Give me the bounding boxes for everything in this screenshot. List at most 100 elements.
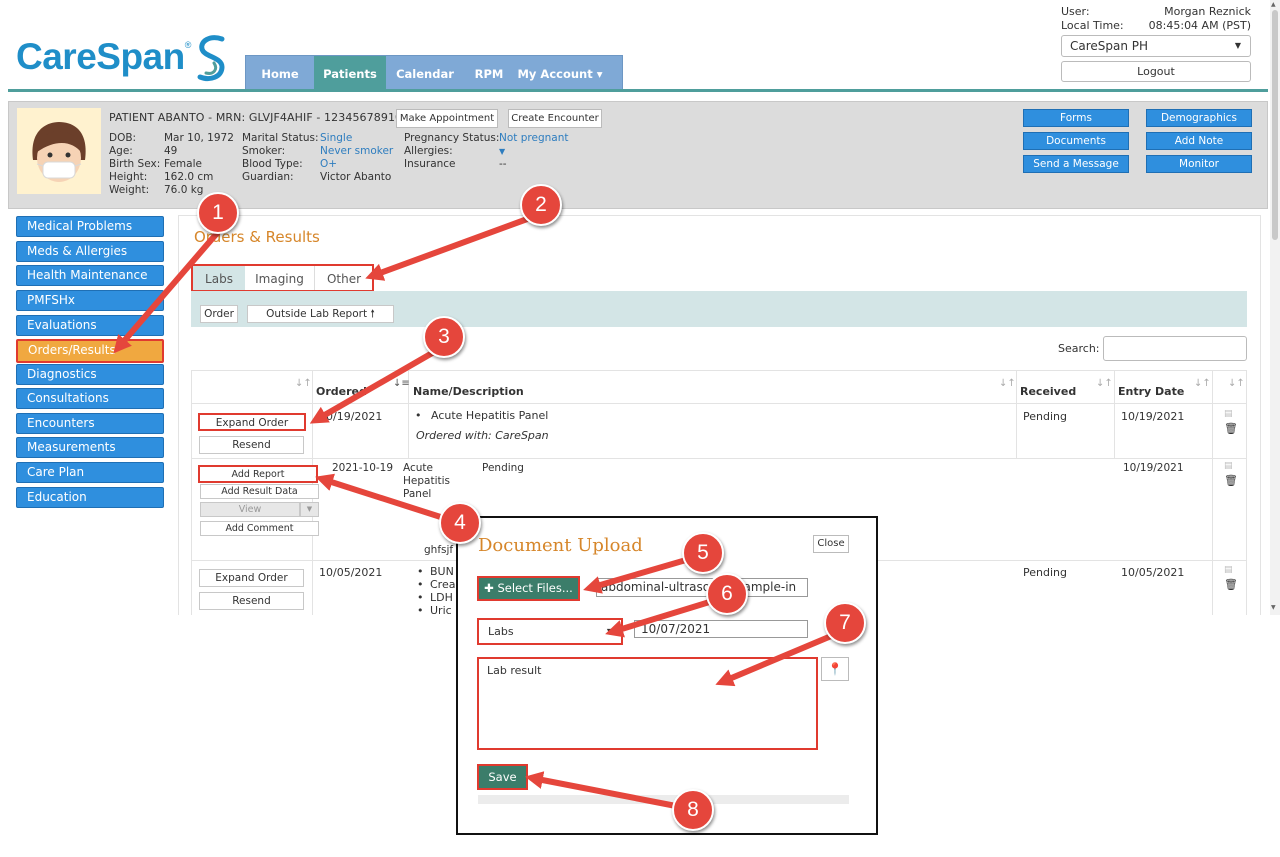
print-icon[interactable]: ▤ bbox=[1224, 409, 1233, 419]
document-type-select[interactable]: Labs ▼ bbox=[477, 618, 623, 645]
chevron-down-icon: ▼ bbox=[606, 627, 613, 636]
list-item: • BUN bbox=[417, 565, 454, 578]
document-date-field[interactable]: 10/07/2021 bbox=[634, 620, 808, 638]
scroll-up-icon[interactable]: ▲ bbox=[1271, 1, 1276, 8]
close-button[interactable]: Close bbox=[813, 535, 849, 553]
column-divider bbox=[1212, 370, 1213, 615]
sidebar-item-pmfshx[interactable]: PMFSHx bbox=[16, 290, 164, 311]
sidebar-item-encounters[interactable]: Encounters bbox=[16, 413, 164, 434]
sort-icon[interactable]: ↓↑ bbox=[295, 378, 312, 389]
pregnancy-status-value[interactable]: Not pregnant bbox=[499, 132, 568, 145]
sidebar-item-health-maintenance[interactable]: Health Maintenance bbox=[16, 265, 164, 286]
documents-button[interactable]: Documents bbox=[1023, 132, 1129, 150]
sort-icon[interactable]: ↓↑ bbox=[1096, 378, 1113, 389]
order-button[interactable]: Order bbox=[200, 305, 238, 323]
col-entry-date[interactable]: Entry Date bbox=[1118, 385, 1184, 398]
local-time: 08:45:04 AM (PST) bbox=[1148, 19, 1251, 32]
scrollbar-thumb[interactable] bbox=[1272, 10, 1278, 240]
logout-button[interactable]: Logout bbox=[1061, 61, 1251, 82]
sort-icon[interactable]: ↓↑ bbox=[999, 378, 1016, 389]
sidebar-item-measurements[interactable]: Measurements bbox=[16, 437, 164, 458]
search-input[interactable] bbox=[1103, 336, 1247, 361]
user-info: User: Morgan Reznick Local Time: 08:45:04 … bbox=[1061, 5, 1251, 33]
entry-date: 10/19/2021 bbox=[1121, 410, 1185, 423]
trash-icon[interactable]: 🗑 bbox=[1224, 578, 1238, 591]
select-files-button[interactable]: ✚ Select Files... bbox=[477, 576, 580, 601]
clinic-select[interactable]: CareSpan PH ▼ bbox=[1061, 35, 1251, 57]
nav-rpm[interactable]: RPM bbox=[464, 56, 514, 90]
nav-my-account[interactable]: My Account ▾ bbox=[514, 56, 606, 90]
nav-patients[interactable]: Patients bbox=[314, 56, 386, 90]
test-name: Uric bbox=[430, 604, 452, 617]
order-name: Acute Hepatitis Panel bbox=[431, 409, 549, 422]
add-note-button[interactable]: Add Note bbox=[1146, 132, 1252, 150]
expand-order-button[interactable]: Expand Order bbox=[199, 569, 304, 587]
resend-button[interactable]: Resend bbox=[199, 436, 304, 454]
trash-icon[interactable]: 🗑 bbox=[1224, 422, 1238, 435]
patient-col2-labels: Marital Status: Smoker: Blood Type: Guar… bbox=[242, 132, 319, 184]
demographics-button[interactable]: Demographics bbox=[1146, 109, 1252, 127]
smoker-value[interactable]: Never smoker bbox=[320, 145, 393, 158]
sidebar-item-consultations[interactable]: Consultations bbox=[16, 388, 164, 409]
expand-order-button[interactable]: Expand Order bbox=[198, 413, 306, 431]
add-comment-button[interactable]: Add Comment bbox=[200, 521, 319, 536]
col-received[interactable]: Received bbox=[1020, 385, 1076, 398]
callout-1: 1 bbox=[197, 192, 239, 234]
note-textarea[interactable]: Lab result bbox=[477, 657, 818, 750]
allergies-expand-icon[interactable]: ▼ bbox=[499, 145, 568, 158]
blood-type-value[interactable]: O+ bbox=[320, 158, 393, 171]
report-entry-date: 10/19/2021 bbox=[1123, 462, 1184, 474]
scroll-down-icon[interactable]: ▼ bbox=[1271, 604, 1276, 611]
sidebar-item-orders-results[interactable]: Orders/Results bbox=[16, 339, 164, 363]
make-appointment-button[interactable]: Make Appointment bbox=[396, 109, 498, 128]
send-message-button[interactable]: Send a Message bbox=[1023, 155, 1129, 173]
view-dropdown-icon[interactable]: ▼ bbox=[300, 502, 319, 517]
nav-home[interactable]: Home bbox=[246, 56, 314, 90]
sidebar-item-evaluations[interactable]: Evaluations bbox=[16, 315, 164, 336]
brand-name: CareSpan bbox=[16, 36, 185, 77]
weight-label: Weight: bbox=[109, 184, 150, 196]
print-icon[interactable]: ▤ bbox=[1224, 461, 1233, 471]
outside-lab-report-button[interactable]: Outside Lab Report 🠕 bbox=[247, 305, 394, 323]
sort-desc-icon[interactable]: ↓≡ bbox=[393, 378, 410, 389]
col-ordered[interactable]: Ordered bbox=[316, 385, 367, 398]
column-divider bbox=[1016, 370, 1017, 458]
sort-icon[interactable]: ↓↑ bbox=[1194, 378, 1211, 389]
test-list: • BUN • Crea • LDH • Uric bbox=[417, 565, 455, 617]
print-icon[interactable]: ▤ bbox=[1224, 565, 1233, 575]
pin-icon[interactable]: 📍 bbox=[821, 657, 849, 681]
view-button[interactable]: View bbox=[200, 502, 300, 517]
marital-status-value[interactable]: Single bbox=[320, 132, 393, 145]
report-status: Pending bbox=[482, 462, 524, 474]
patient-col3-values: Not pregnant ▼ -- bbox=[499, 132, 568, 171]
sidebar-item-meds-allergies[interactable]: Meds & Allergies bbox=[16, 241, 164, 262]
report-name-line: Hepatitis bbox=[403, 475, 450, 487]
carespan-logo[interactable]: CareSpan® bbox=[16, 36, 191, 78]
ordered-date: 10/05/2021 bbox=[319, 566, 383, 579]
forms-button[interactable]: Forms bbox=[1023, 109, 1129, 127]
sidebar-item-diagnostics[interactable]: Diagnostics bbox=[16, 364, 164, 385]
sidebar-item-education[interactable]: Education bbox=[16, 487, 164, 508]
callout-2: 2 bbox=[520, 184, 562, 226]
allergies-label: Allergies: bbox=[404, 145, 453, 157]
monitor-button[interactable]: Monitor bbox=[1146, 155, 1252, 173]
trash-icon[interactable]: 🗑 bbox=[1224, 474, 1238, 487]
dialog-footer-bar bbox=[478, 795, 849, 804]
add-report-button[interactable]: Add Report bbox=[198, 465, 318, 483]
nav-calendar[interactable]: Calendar bbox=[386, 56, 464, 90]
resend-button[interactable]: Resend bbox=[199, 592, 304, 610]
patient-header: PATIENT ABANTO - MRN: GLVJF4AHIF - 12345… bbox=[109, 111, 403, 124]
create-encounter-button[interactable]: Create Encounter bbox=[508, 109, 602, 128]
sidebar-item-medical-problems[interactable]: Medical Problems bbox=[16, 216, 164, 237]
sidebar-item-care-plan[interactable]: Care Plan bbox=[16, 462, 164, 483]
file-name-field[interactable]: abdominal-ultrasound-sample-in bbox=[596, 578, 808, 597]
sort-icon[interactable]: ↓↑ bbox=[1228, 378, 1245, 389]
smoker-label: Smoker: bbox=[242, 145, 286, 157]
save-button[interactable]: Save bbox=[477, 764, 528, 790]
col-name-description[interactable]: Name/Description bbox=[413, 385, 524, 398]
list-item: • LDH bbox=[417, 591, 453, 604]
add-result-data-button[interactable]: Add Result Data bbox=[200, 484, 319, 499]
height-label: Height: bbox=[109, 171, 148, 183]
birth-sex-value: Female bbox=[164, 158, 202, 170]
guardian-value: Victor Abanto bbox=[320, 171, 392, 183]
